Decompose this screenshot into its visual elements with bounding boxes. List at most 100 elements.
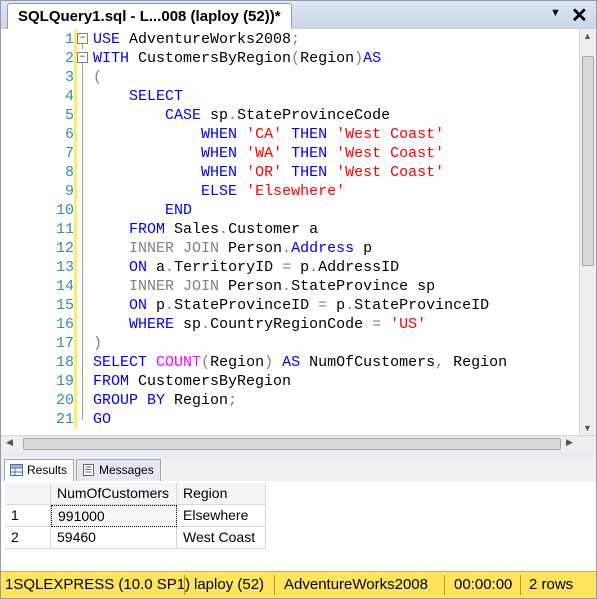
code-token: ELSE	[201, 183, 238, 200]
line-number: 20	[55, 392, 74, 409]
code-line[interactable]: 12 INNER JOIN Person.Address p	[1, 239, 579, 258]
code-line[interactable]: 1 USE AdventureWorks2008;	[1, 30, 579, 49]
code-token: ON	[129, 259, 148, 276]
line-number-cell: 2	[49, 49, 74, 68]
sql-code-editor[interactable]: − − 1 USE AdventureWorks2008; 2 WITH Custom…	[1, 29, 579, 435]
code-line[interactable]: 11 FROM Sales.Customer a	[1, 220, 579, 239]
code-line[interactable]: 19 FROM CustomersByRegion	[1, 372, 579, 391]
code-text: END	[93, 201, 192, 220]
horizontal-scroll-thumb[interactable]	[23, 438, 561, 450]
code-text: WITH CustomersByRegion(Region)AS	[93, 49, 381, 68]
row-number[interactable]: 1	[5, 505, 51, 527]
line-number-cell: 14	[49, 277, 74, 296]
line-number-cell: 10	[49, 201, 74, 220]
code-token: sp	[174, 316, 202, 333]
code-token: GROUP BY	[93, 392, 166, 409]
code-text: GROUP BY Region;	[93, 391, 237, 410]
code-line[interactable]: 10 END	[1, 201, 579, 220]
code-token: Sales	[165, 221, 220, 238]
code-token: .	[219, 221, 229, 238]
grid-cell[interactable]: Elsewhere	[177, 505, 266, 527]
code-line[interactable]: 13 ON a.TerritoryID = p.AddressID	[1, 258, 579, 277]
grid-cell[interactable]: 991000	[51, 505, 177, 527]
vertical-scroll-thumb[interactable]	[582, 56, 594, 266]
code-token: p	[354, 240, 373, 257]
scroll-right-arrow-icon[interactable]: ▶	[566, 437, 573, 448]
column-header[interactable]: Region	[177, 483, 266, 505]
code-line[interactable]: 20 GROUP BY Region;	[1, 391, 579, 410]
line-number-cell: 13	[49, 258, 74, 277]
code-token: CustomersByRegion	[129, 50, 292, 67]
code-line[interactable]: 15 ON p.StateProvinceID = p.StateProvinc…	[1, 296, 579, 315]
scroll-down-arrow-icon[interactable]: ▼	[583, 423, 592, 433]
code-line[interactable]: 14 INNER JOIN Person.StateProvince sp	[1, 277, 579, 296]
chevron-down-icon[interactable]: ▼	[550, 7, 561, 19]
scroll-left-arrow-icon[interactable]: ◀	[6, 437, 13, 448]
line-number: 5	[64, 107, 74, 124]
line-number-cell: 7	[49, 144, 74, 163]
code-token: WHEN	[201, 145, 238, 162]
code-line[interactable]: 21 GO	[1, 410, 579, 429]
line-number-cell: 15	[49, 296, 74, 315]
code-token: ,	[435, 354, 445, 371]
code-text: SELECT	[93, 87, 183, 106]
line-number: 21	[55, 411, 74, 428]
code-token: Region	[444, 354, 508, 371]
code-token: WHEN	[201, 164, 238, 181]
status-server: 1SQLEXPRESS (10.0 SP1)	[5, 576, 191, 593]
code-line[interactable]: 17)	[1, 334, 579, 353]
tab-results[interactable]: Results	[4, 459, 75, 482]
line-number-cell: 8	[49, 163, 74, 182]
row-number[interactable]: 2	[5, 527, 51, 549]
code-token: 'WA'	[246, 145, 283, 162]
code-token: 'OR'	[246, 164, 283, 181]
code-line[interactable]: 16 WHERE sp.CountryRegionCode = 'US'	[1, 315, 579, 334]
grid-cell[interactable]: West Coast	[177, 527, 266, 549]
line-number-cell: 11	[49, 220, 74, 239]
code-token: .	[228, 107, 238, 124]
grid-cell[interactable]: 59460	[51, 527, 177, 549]
results-grid[interactable]: NumOfCustomers Region 1 991000 Elsewhere…	[1, 481, 596, 571]
code-text: (	[93, 68, 102, 87]
code-line[interactable]: 18 SELECT COUNT(Region) AS NumOfCustomers…	[1, 353, 579, 372]
code-token: .	[345, 297, 355, 314]
document-tab[interactable]: SQLQuery1.sql - L...008 (laploy (52))*	[7, 3, 292, 29]
code-text: INNER JOIN Person.StateProvince sp	[93, 277, 435, 296]
code-token: AS	[363, 50, 382, 67]
line-number: 1	[64, 31, 74, 48]
code-line[interactable]: 7 WHEN 'WA' THEN 'West Coast'	[1, 144, 579, 163]
code-line[interactable]: 2 WITH CustomersByRegion(Region)AS	[1, 49, 579, 68]
line-number-cell: 3	[49, 68, 74, 87]
column-header[interactable]: NumOfCustomers	[51, 483, 177, 505]
code-line[interactable]: 6 WHEN 'CA' THEN 'West Coast'	[1, 125, 579, 144]
line-number: 19	[55, 373, 74, 390]
close-icon[interactable]: ✕	[571, 3, 588, 28]
code-text: FROM CustomersByRegion	[93, 372, 291, 391]
code-line[interactable]: 4 SELECT	[1, 87, 579, 106]
code-line[interactable]: 9 ELSE 'Elsewhere'	[1, 182, 579, 201]
line-number-cell: 1	[49, 30, 74, 49]
code-token: .	[165, 259, 175, 276]
code-text: WHERE sp.CountryRegionCode = 'US'	[93, 315, 426, 334]
code-line[interactable]: 3(	[1, 68, 579, 87]
code-text: ON p.StateProvinceID = p.StateProvinceID	[93, 296, 489, 315]
vertical-scrollbar[interactable]: ▲ ▼	[579, 29, 596, 435]
code-token: Region	[165, 392, 229, 409]
code-token: 'West Coast'	[336, 126, 445, 143]
scroll-up-arrow-icon[interactable]: ▲	[583, 31, 592, 41]
line-number: 16	[55, 316, 74, 333]
tab-messages[interactable]: Messages	[76, 459, 161, 481]
horizontal-scrollbar[interactable]: ◀ ▶	[1, 435, 596, 452]
grid-corner-header[interactable]	[5, 483, 51, 505]
code-line[interactable]: 5 CASE sp.StateProvinceCode	[1, 106, 579, 125]
code-line[interactable]: 8 WHEN 'OR' THEN 'West Coast'	[1, 163, 579, 182]
code-token: (	[291, 50, 301, 67]
